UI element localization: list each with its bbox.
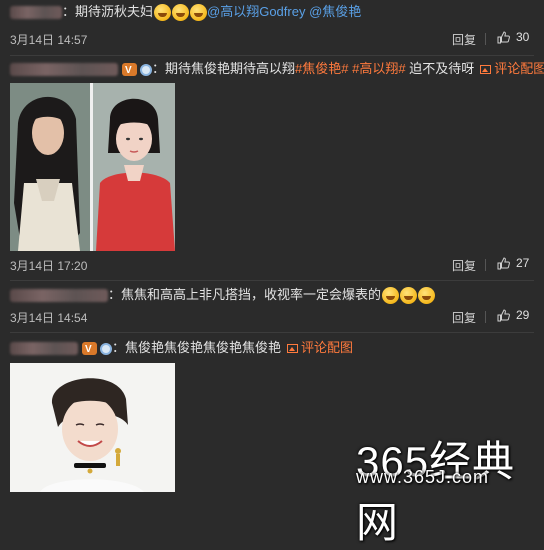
comment-time: 3月14日 14:54: [10, 311, 88, 325]
laughing-emoji-icon: [154, 4, 172, 22]
comment-4-body: ：焦俊艳焦俊艳焦俊艳焦俊艳 评论配图: [10, 339, 353, 359]
like-count: 29: [516, 308, 530, 322]
laughing-emoji-icon: [190, 4, 208, 22]
comment-1-body: ：期待沥秋夫妇 @高以翔Godfrey @焦俊艳: [10, 3, 361, 22]
thumbs-up-icon: [497, 31, 510, 44]
comment-image-link[interactable]: 评论配图: [480, 61, 544, 76]
comment-2-body: ：期待焦俊艳期待高以翔#焦俊艳# #高以翔# 迫不及待呀 评论配图: [10, 60, 544, 80]
reply-button[interactable]: 回复: [452, 257, 476, 274]
thumbs-up-icon: [497, 257, 510, 270]
like-button[interactable]: 27: [497, 256, 529, 270]
divider: [10, 332, 534, 333]
vip-badge-icon: [82, 341, 97, 359]
image-icon: [287, 344, 299, 354]
laughing-emoji-icon: [172, 4, 190, 22]
username-blurred[interactable]: [10, 63, 118, 77]
like-count: 27: [516, 256, 530, 270]
comment-text: ：期待焦俊艳期待高以翔: [152, 61, 296, 76]
site-watermark-title: 365经典网: [356, 438, 516, 546]
comment-photo: [10, 363, 175, 492]
comment-image-label: 评论配图: [494, 61, 544, 76]
laughing-emoji-icon: [418, 287, 436, 305]
reply-button[interactable]: 回复: [452, 31, 476, 48]
medal-icon: [100, 342, 112, 355]
comment-text: ：焦焦和高高上非凡搭挡，收视率一定会爆表的: [108, 287, 382, 302]
username-blurred[interactable]: [10, 289, 108, 303]
comment-text: ：焦俊艳焦俊艳焦俊艳焦俊艳: [112, 340, 282, 355]
laughing-emoji-icon: [382, 287, 400, 305]
topic-tag-jiaojunyan[interactable]: #焦俊艳#: [295, 61, 348, 76]
divider: [485, 311, 486, 323]
image-icon: [480, 65, 492, 75]
topic-tag-gaoyixiang[interactable]: #高以翔#: [352, 61, 405, 76]
thumbs-up-icon: [497, 309, 510, 322]
username-blurred[interactable]: [10, 342, 78, 356]
comment-image-link[interactable]: 评论配图: [287, 340, 353, 355]
divider: [10, 55, 534, 56]
comment-image-label: 评论配图: [301, 340, 354, 355]
divider: [485, 33, 486, 45]
comment-text: ：期待沥秋夫妇: [62, 4, 154, 19]
comment-time: 3月14日 17:20: [10, 259, 88, 273]
divider: [10, 280, 534, 281]
laughing-emoji-icon: [400, 287, 418, 305]
like-button[interactable]: 29: [497, 308, 529, 322]
comment-image[interactable]: [10, 363, 175, 492]
divider: [485, 259, 486, 271]
comment-time: 3月14日 14:57: [10, 33, 88, 47]
vip-badge-icon: [122, 62, 137, 80]
site-watermark-url: www.365J.com: [356, 467, 490, 487]
like-button[interactable]: 30: [497, 30, 529, 44]
mention-jiaojunyan[interactable]: @焦俊艳: [309, 4, 361, 19]
comment-text-suffix: 迫不及待呀: [409, 61, 475, 76]
comment-image[interactable]: [10, 83, 175, 251]
comment-photo: [10, 83, 175, 251]
mention-gaoyixiang[interactable]: @高以翔Godfrey: [207, 4, 305, 19]
medal-icon: [140, 63, 152, 76]
like-count: 30: [516, 30, 530, 44]
reply-button[interactable]: 回复: [452, 309, 476, 326]
username-blurred[interactable]: [10, 6, 62, 20]
comment-3-body: ：焦焦和高高上非凡搭挡，收视率一定会爆表的: [10, 286, 436, 305]
